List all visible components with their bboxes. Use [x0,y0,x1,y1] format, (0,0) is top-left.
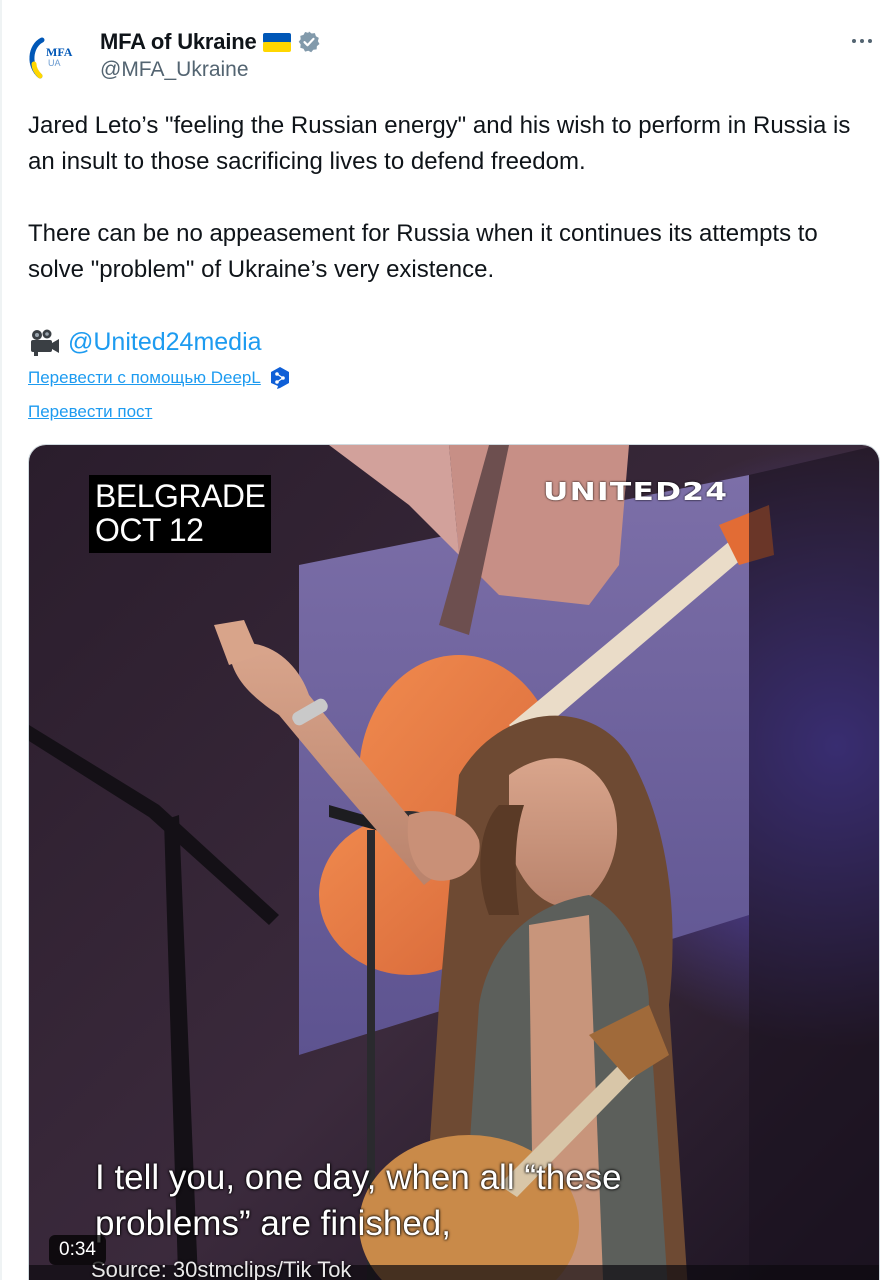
deepl-icon [269,366,291,390]
mention-row: @United24media [28,324,262,360]
video-duration-badge: 0:34 [49,1235,106,1265]
more-options-dot [860,39,864,43]
mfa-ukraine-logo: MFA UA [29,37,73,79]
verified-badge-icon[interactable] [297,30,321,54]
ukraine-flag-icon [262,32,291,52]
author-name-row[interactable]: MFA of Ukraine [100,28,321,56]
movie-camera-icon [28,327,62,357]
brand-logo: UNITED24 [543,477,729,506]
avatar-text-top: MFA [46,45,73,59]
translate-deepl-link[interactable]: Перевести с помощью DeepL [28,368,261,388]
avatar-text-bottom: UA [48,58,61,68]
display-name[interactable]: MFA of Ukraine [100,29,257,55]
translate-post-row[interactable]: Перевести пост [28,402,152,422]
translate-post-link[interactable]: Перевести пост [28,402,152,421]
column-border [0,0,2,1280]
location-line-1: BELGRADE [95,478,266,514]
video-player[interactable]: BELGRADE OCT 12 UNITED24 I tell you, one… [28,444,880,1280]
tweet-text: Jared Leto’s "feeling the Russian energy… [28,108,873,288]
tweet-page: MFA UA MFA of Ukraine @MFA_Ukraine Jared… [0,0,891,1280]
video-subtitle: I tell you, one day, when all “these pro… [95,1155,622,1247]
author-handle[interactable]: @MFA_Ukraine [100,58,249,82]
avatar[interactable]: MFA UA [26,32,76,82]
translate-deepl-row[interactable]: Перевести с помощью DeepL [28,365,291,391]
more-options-icon [852,39,856,43]
location-caption: BELGRADE OCT 12 [89,475,272,553]
location-line-2: OCT 12 [95,512,204,548]
tweet-paragraph-1: Jared Leto’s "feeling the Russian energy… [28,112,851,175]
tweet-paragraph-2: There can be no appeasement for Russia w… [28,220,818,283]
video-source-caption: Source: 30stmclips/Tik Tok [91,1257,352,1280]
more-options-button[interactable] [847,30,877,52]
subtitle-line-2: problems” are finished, [95,1204,451,1243]
mention-link[interactable]: @United24media [68,328,262,357]
subtitle-line-1: I tell you, one day, when all “these [95,1158,622,1197]
more-options-dot [868,39,872,43]
